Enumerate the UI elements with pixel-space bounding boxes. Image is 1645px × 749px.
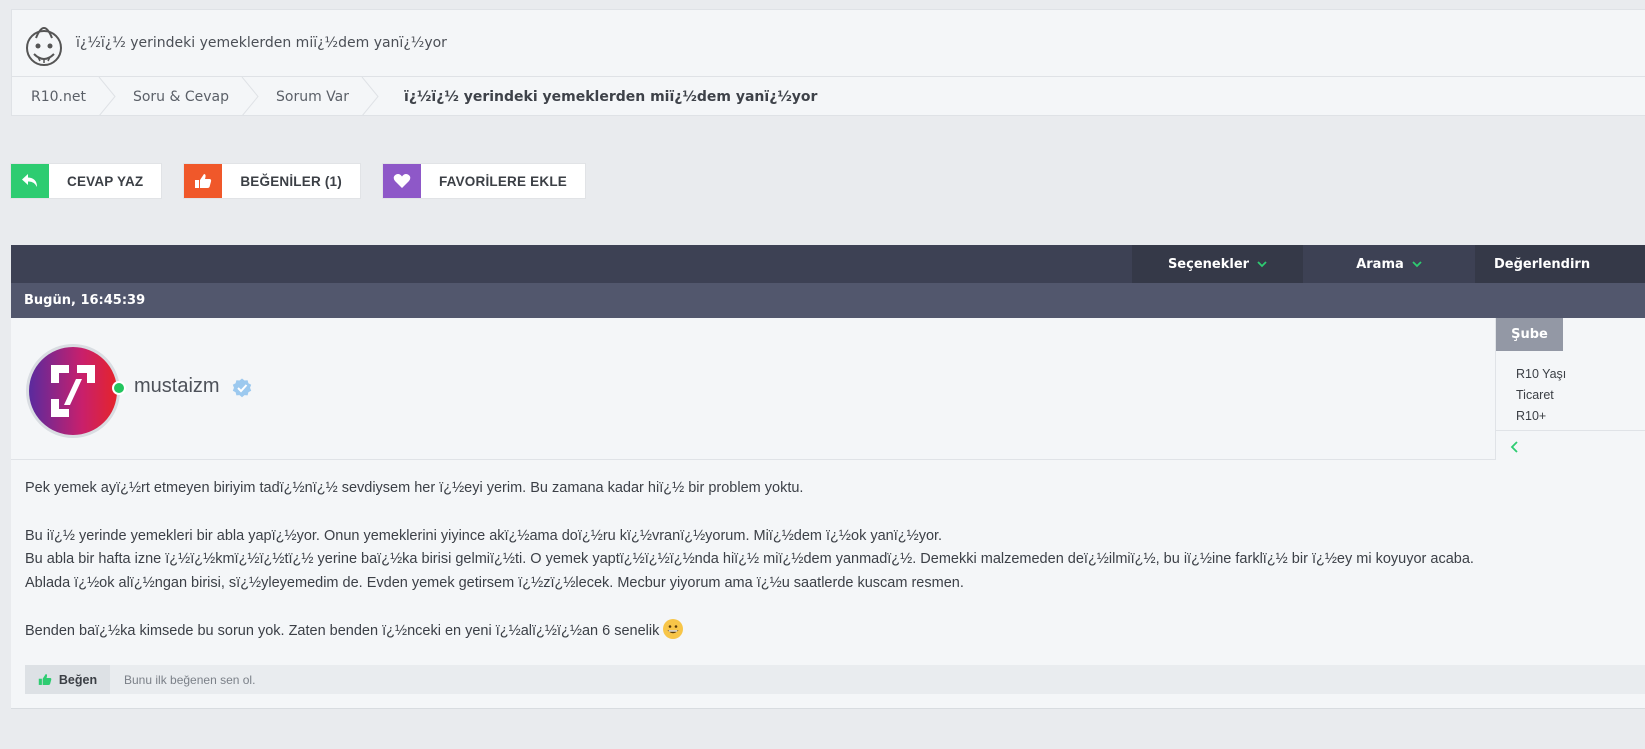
online-status-indicator bbox=[112, 381, 126, 395]
author-info-item: R10 Yaşı bbox=[1516, 367, 1567, 381]
breadcrumb-label: Soru & Cevap bbox=[132, 88, 230, 105]
post: mustaizm Şube R10 Yaşı Ticaret R10+ Pek … bbox=[11, 318, 1645, 709]
breadcrumb: R10.net Soru & Cevap Sorum Var ï¿½ï¿½ ye… bbox=[12, 77, 1645, 116]
breadcrumb-item-sorum-var[interactable]: Sorum Var bbox=[256, 77, 379, 116]
heart-icon bbox=[382, 164, 421, 198]
reply-label: CEVAP YAZ bbox=[67, 173, 144, 189]
thumbs-up-icon bbox=[184, 164, 223, 198]
post-author: mustaizm bbox=[11, 318, 1495, 460]
author-info-list: R10 Yaşı Ticaret R10+ bbox=[1496, 351, 1645, 427]
reply-icon bbox=[11, 164, 49, 198]
chevron-down-icon bbox=[1257, 260, 1267, 267]
breadcrumb-label: Sorum Var bbox=[276, 88, 350, 105]
thread-header: ï¿½ï¿½ yerindeki yemeklerden miï¿½dem ya… bbox=[11, 9, 1645, 116]
favorite-label: FAVORİLERE EKLE bbox=[438, 173, 567, 189]
chevron-down-icon bbox=[1412, 260, 1422, 267]
avatar[interactable] bbox=[26, 344, 120, 438]
search-menu[interactable]: Arama bbox=[1303, 245, 1475, 283]
breadcrumb-label: R10.net bbox=[31, 88, 86, 105]
reply-button[interactable]: CEVAP YAZ bbox=[11, 164, 162, 198]
like-button[interactable]: Beğen bbox=[25, 665, 110, 694]
breadcrumb-item-soru-cevap[interactable]: Soru & Cevap bbox=[113, 77, 259, 116]
post-paragraph: Pek yemek ayï¿½rt etmeyen biriyim tadï¿½… bbox=[25, 480, 804, 496]
rating-menu[interactable]: Değerlendirn bbox=[1475, 245, 1645, 283]
divider bbox=[1496, 430, 1645, 431]
rating-label: Değerlendirn bbox=[1494, 256, 1591, 272]
post-date-bar: Bugün, 16:45:39 bbox=[11, 283, 1645, 318]
post-date: Bugün, 16:45:39 bbox=[24, 293, 146, 308]
favorite-button[interactable]: FAVORİLERE EKLE bbox=[382, 164, 585, 198]
post-paragraph-last: Benden baï¿½ka kimsede bu sorun yok. Zat… bbox=[25, 619, 1485, 644]
site-logo[interactable] bbox=[24, 16, 64, 70]
tab-sube[interactable]: Şube bbox=[1496, 318, 1563, 351]
like-status-text: Bunu ilk beğenen sen ol. bbox=[124, 672, 256, 687]
title-row: ï¿½ï¿½ yerindeki yemeklerden miï¿½dem ya… bbox=[12, 10, 1645, 77]
post-paragraph-text: Benden baï¿½ka kimsede bu sorun yok. Zat… bbox=[25, 623, 660, 639]
avatar-logo-icon bbox=[51, 365, 95, 417]
post-content: Pek yemek ayï¿½rt etmeyen biriyim tadï¿½… bbox=[25, 477, 1485, 644]
options-menu[interactable]: Seçenekler bbox=[1132, 245, 1303, 283]
thumbs-up-icon bbox=[38, 674, 52, 685]
thread-actions: CEVAP YAZ BEĞENİLER (1) FAVORİLERE EKLE bbox=[11, 164, 608, 198]
breadcrumb-item-r10[interactable]: R10.net bbox=[12, 77, 116, 116]
username[interactable]: mustaizm bbox=[134, 375, 220, 398]
breadcrumb-label: ï¿½ï¿½ yerindeki yemeklerden miï¿½dem ya… bbox=[404, 88, 818, 105]
author-info-panel: Şube R10 Yaşı Ticaret R10+ bbox=[1495, 318, 1645, 460]
likes-label: BEĞENİLER (1) bbox=[240, 173, 342, 189]
thread-toolbar: Seçenekler Arama Değerlendirn bbox=[11, 245, 1645, 283]
page-title: ï¿½ï¿½ yerindeki yemeklerden miï¿½dem ya… bbox=[76, 35, 447, 51]
likes-button[interactable]: BEĞENİLER (1) bbox=[184, 164, 360, 198]
post-paragraph: Bu iï¿½ yerinde yemekleri bir abla yapï¿… bbox=[25, 527, 943, 544]
like-button-label: Beğen bbox=[58, 672, 98, 687]
grinning-face-emoji-icon bbox=[663, 619, 684, 639]
like-bar: Beğen Bunu ilk beğenen sen ol. bbox=[25, 665, 1645, 694]
tab-label: Şube bbox=[1511, 327, 1548, 342]
search-label: Arama bbox=[1356, 256, 1404, 272]
post-paragraph: Ablada ï¿½ok alï¿½ngan birisi, sï¿½yleye… bbox=[25, 574, 964, 591]
author-info-item: R10+ bbox=[1516, 409, 1547, 423]
post-paragraph: Bu abla bir hafta izne ï¿½ï¿½kmï¿½ï¿½tï¿… bbox=[25, 551, 1474, 567]
author-info-item: Ticaret bbox=[1516, 388, 1554, 402]
options-label: Seçenekler bbox=[1167, 256, 1250, 272]
verified-badge-icon bbox=[232, 378, 252, 402]
breadcrumb-item-current: ï¿½ï¿½ yerindeki yemeklerden miï¿½dem ya… bbox=[376, 77, 844, 116]
chevron-left-icon[interactable] bbox=[1510, 438, 1518, 457]
